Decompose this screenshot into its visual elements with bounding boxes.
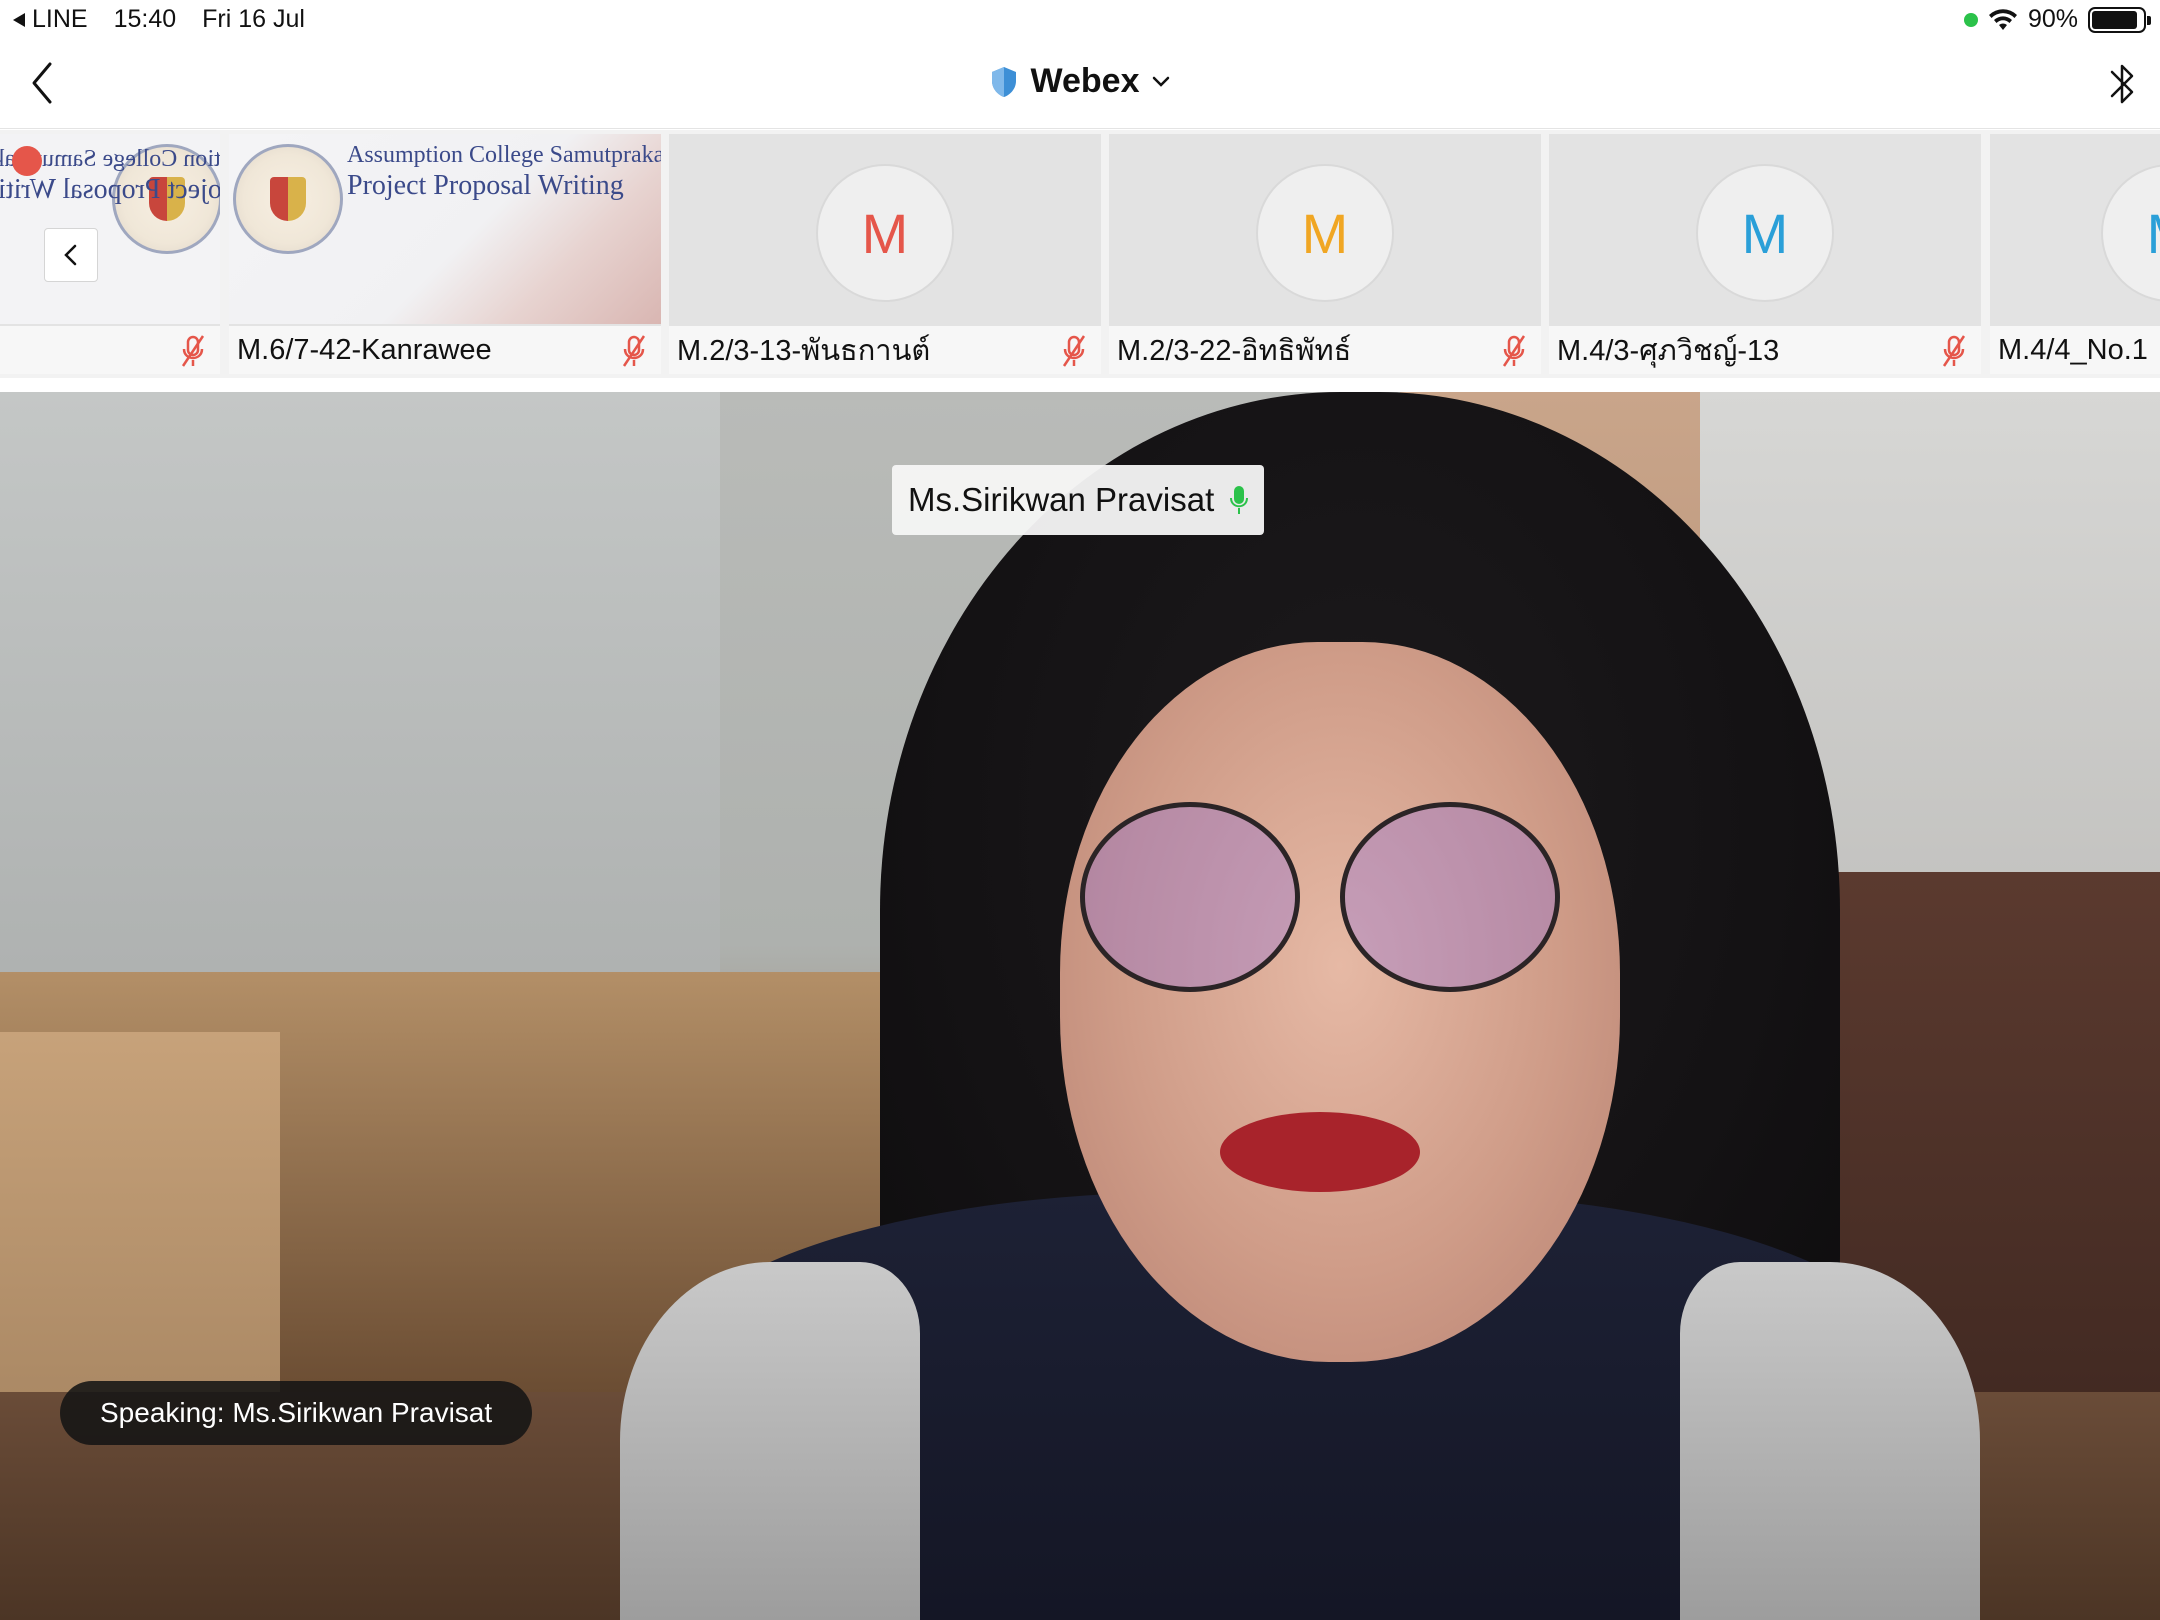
participant-namebar: M.2/3-22-อิทธิพัทธ์ — [1109, 326, 1541, 374]
back-app-label: LINE — [32, 5, 88, 33]
meeting-title: Webex — [1030, 62, 1140, 100]
participant-tile[interactable]: M M.2/3-22-อิทธิพัทธ์ — [1109, 134, 1541, 374]
participant-tile[interactable]: M M.4/3-ศุภวิชญ์-13 — [1549, 134, 1981, 374]
shield-icon — [991, 66, 1016, 97]
participant-namebar: M.6/7-42-Kanrawee — [229, 326, 661, 374]
back-to-app-button[interactable]: LINE — [12, 5, 88, 34]
avatar: M — [1256, 164, 1394, 302]
participant-name: M.4/4_No.1 — [1998, 333, 2148, 366]
camera-in-use-indicator-icon — [1963, 12, 1978, 27]
participant-video: M — [669, 134, 1101, 324]
participant-tile[interactable]: M M.2/3-13-พันธกานต์ — [669, 134, 1101, 374]
speaker-figure — [1680, 1262, 1980, 1620]
participant-video: M — [1990, 134, 2160, 324]
status-time: 15:40 — [113, 5, 177, 33]
bluetooth-icon — [2110, 64, 2134, 104]
participant-tile[interactable]: Assumption College Samutprakan Project P… — [229, 134, 661, 374]
chevron-left-icon — [64, 244, 77, 266]
wifi-icon — [1988, 8, 2017, 30]
mic-muted-icon — [1502, 335, 1526, 367]
speaker-figure — [620, 1262, 920, 1620]
back-triangle-icon — [13, 12, 25, 27]
battery-percent: 90% — [2027, 5, 2078, 33]
meeting-title-dropdown[interactable]: Webex — [0, 62, 2160, 101]
avatar: M — [2101, 164, 2160, 302]
mic-muted-icon — [1062, 335, 1086, 367]
participant-name: M.2/3-13-พันธกานต์ — [677, 335, 931, 367]
status-date: Fri 16 Jul — [202, 5, 305, 33]
participant-video: Assumption College Samutprakan Project P… — [229, 134, 661, 324]
avatar: M — [816, 164, 954, 302]
navigation-bar: Webex — [0, 40, 2160, 129]
mic-active-icon — [1230, 486, 1249, 514]
participant-tile[interactable]: M M.4/4_No.1 — [1990, 134, 2160, 374]
chevron-down-icon — [1153, 76, 1170, 87]
participant-name: M.2/3-22-อิทธิพัทธ์ — [1117, 335, 1352, 367]
avatar: M — [1696, 164, 1834, 302]
speaking-indicator: Speaking: Ms.Sirikwan Pravisat — [60, 1381, 533, 1445]
speaking-text: Speaking: Ms.Sirikwan Pravisat — [100, 1397, 493, 1428]
status-bar: LINE 15:40 Fri 16 Jul 90% — [0, 0, 2160, 40]
speaker-figure — [1060, 642, 1620, 1362]
participant-name: M.4/3-ศุภวิชญ์-13 — [1557, 335, 1780, 367]
speaker-name: Ms.Sirikwan Pravisat — [908, 481, 1215, 518]
slide-line-2: Project Proposal Writing — [347, 170, 624, 201]
participant-strip[interactable]: Assumption College Samutprakan Project P… — [0, 130, 2160, 378]
slide-text-mirrored: Project Proposal Writing — [0, 174, 220, 205]
speaker-figure — [1340, 802, 1560, 992]
participant-namebar: t — [0, 326, 220, 374]
mic-muted-icon — [181, 335, 205, 367]
participant-video: M — [1549, 134, 1981, 324]
participant-namebar: M.2/3-13-พันธกานต์ — [669, 326, 1101, 374]
bluetooth-button[interactable] — [2104, 58, 2140, 110]
slide-line-1: Assumption College Samutprakan — [347, 142, 661, 168]
participant-namebar: M.4/3-ศุภวิชญ์-13 — [1549, 326, 1981, 374]
speaker-name-label: Ms.Sirikwan Pravisat — [892, 465, 1265, 535]
school-seal-icon — [233, 144, 343, 254]
notification-badge-icon — [12, 146, 42, 176]
speaker-figure — [1220, 1112, 1420, 1192]
participant-namebar: M.4/4_No.1 — [1990, 326, 2160, 374]
participant-name: M.6/7-42-Kanrawee — [237, 333, 492, 366]
speaker-figure — [1080, 802, 1300, 992]
mic-muted-icon — [1942, 335, 1966, 367]
strip-scroll-left-button[interactable] — [44, 228, 98, 282]
mic-muted-icon — [622, 335, 646, 367]
participant-video: M — [1109, 134, 1541, 324]
battery-icon — [2088, 6, 2151, 33]
